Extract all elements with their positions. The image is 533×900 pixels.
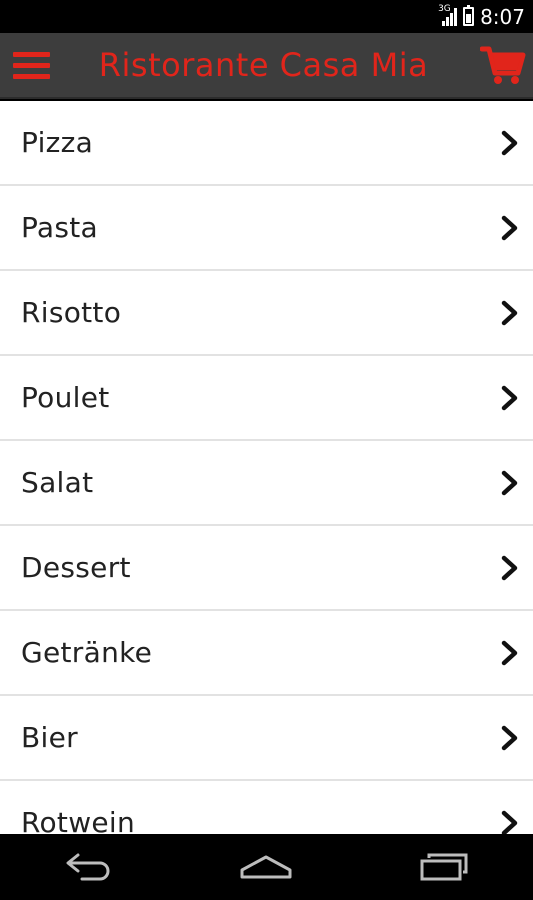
home-icon[interactable] [221, 834, 311, 900]
chevron-right-icon [499, 555, 521, 581]
list-item-pizza[interactable]: Pizza [0, 101, 533, 186]
signal-icon: 3G [438, 4, 458, 26]
list-item-getraenke[interactable]: Getränke [0, 611, 533, 696]
list-item-label: Pizza [21, 126, 94, 159]
list-item-label: Poulet [21, 381, 110, 414]
hamburger-menu-icon[interactable] [0, 32, 62, 98]
clock: 8:07 [480, 4, 525, 29]
list-item-label: Dessert [21, 551, 131, 584]
list-item-pasta[interactable]: Pasta [0, 186, 533, 271]
chevron-right-icon [499, 300, 521, 326]
list-item-bier[interactable]: Bier [0, 696, 533, 781]
category-list[interactable]: Pizza Pasta Risotto Poulet Salat Dessert… [0, 101, 533, 834]
chevron-right-icon [499, 385, 521, 411]
chevron-right-icon [499, 215, 521, 241]
list-item-label: Bier [21, 721, 78, 754]
back-icon[interactable] [44, 834, 134, 900]
chevron-right-icon [499, 810, 521, 834]
list-item-label: Rotwein [21, 806, 136, 834]
list-item-rotwein[interactable]: Rotwein [0, 781, 533, 834]
app-title: Ristorante Casa Mia [98, 46, 429, 84]
recent-apps-icon[interactable] [399, 834, 489, 900]
list-item-risotto[interactable]: Risotto [0, 271, 533, 356]
list-item-dessert[interactable]: Dessert [0, 526, 533, 611]
chevron-right-icon [499, 640, 521, 666]
list-item-label: Salat [21, 466, 94, 499]
list-item-label: Pasta [21, 211, 99, 244]
status-bar: 3G 8:07 [0, 0, 533, 33]
list-item-salat[interactable]: Salat [0, 441, 533, 526]
chevron-right-icon [499, 725, 521, 751]
app-bar: Ristorante Casa Mia [0, 33, 533, 99]
chevron-right-icon [499, 470, 521, 496]
chevron-right-icon [499, 130, 521, 156]
list-item-poulet[interactable]: Poulet [0, 356, 533, 441]
list-item-label: Getränke [21, 636, 153, 669]
battery-icon [463, 5, 475, 26]
shopping-cart-icon[interactable] [473, 32, 533, 98]
network-type: 3G [438, 3, 451, 14]
system-nav-bar [0, 834, 533, 900]
list-item-label: Risotto [21, 296, 122, 329]
